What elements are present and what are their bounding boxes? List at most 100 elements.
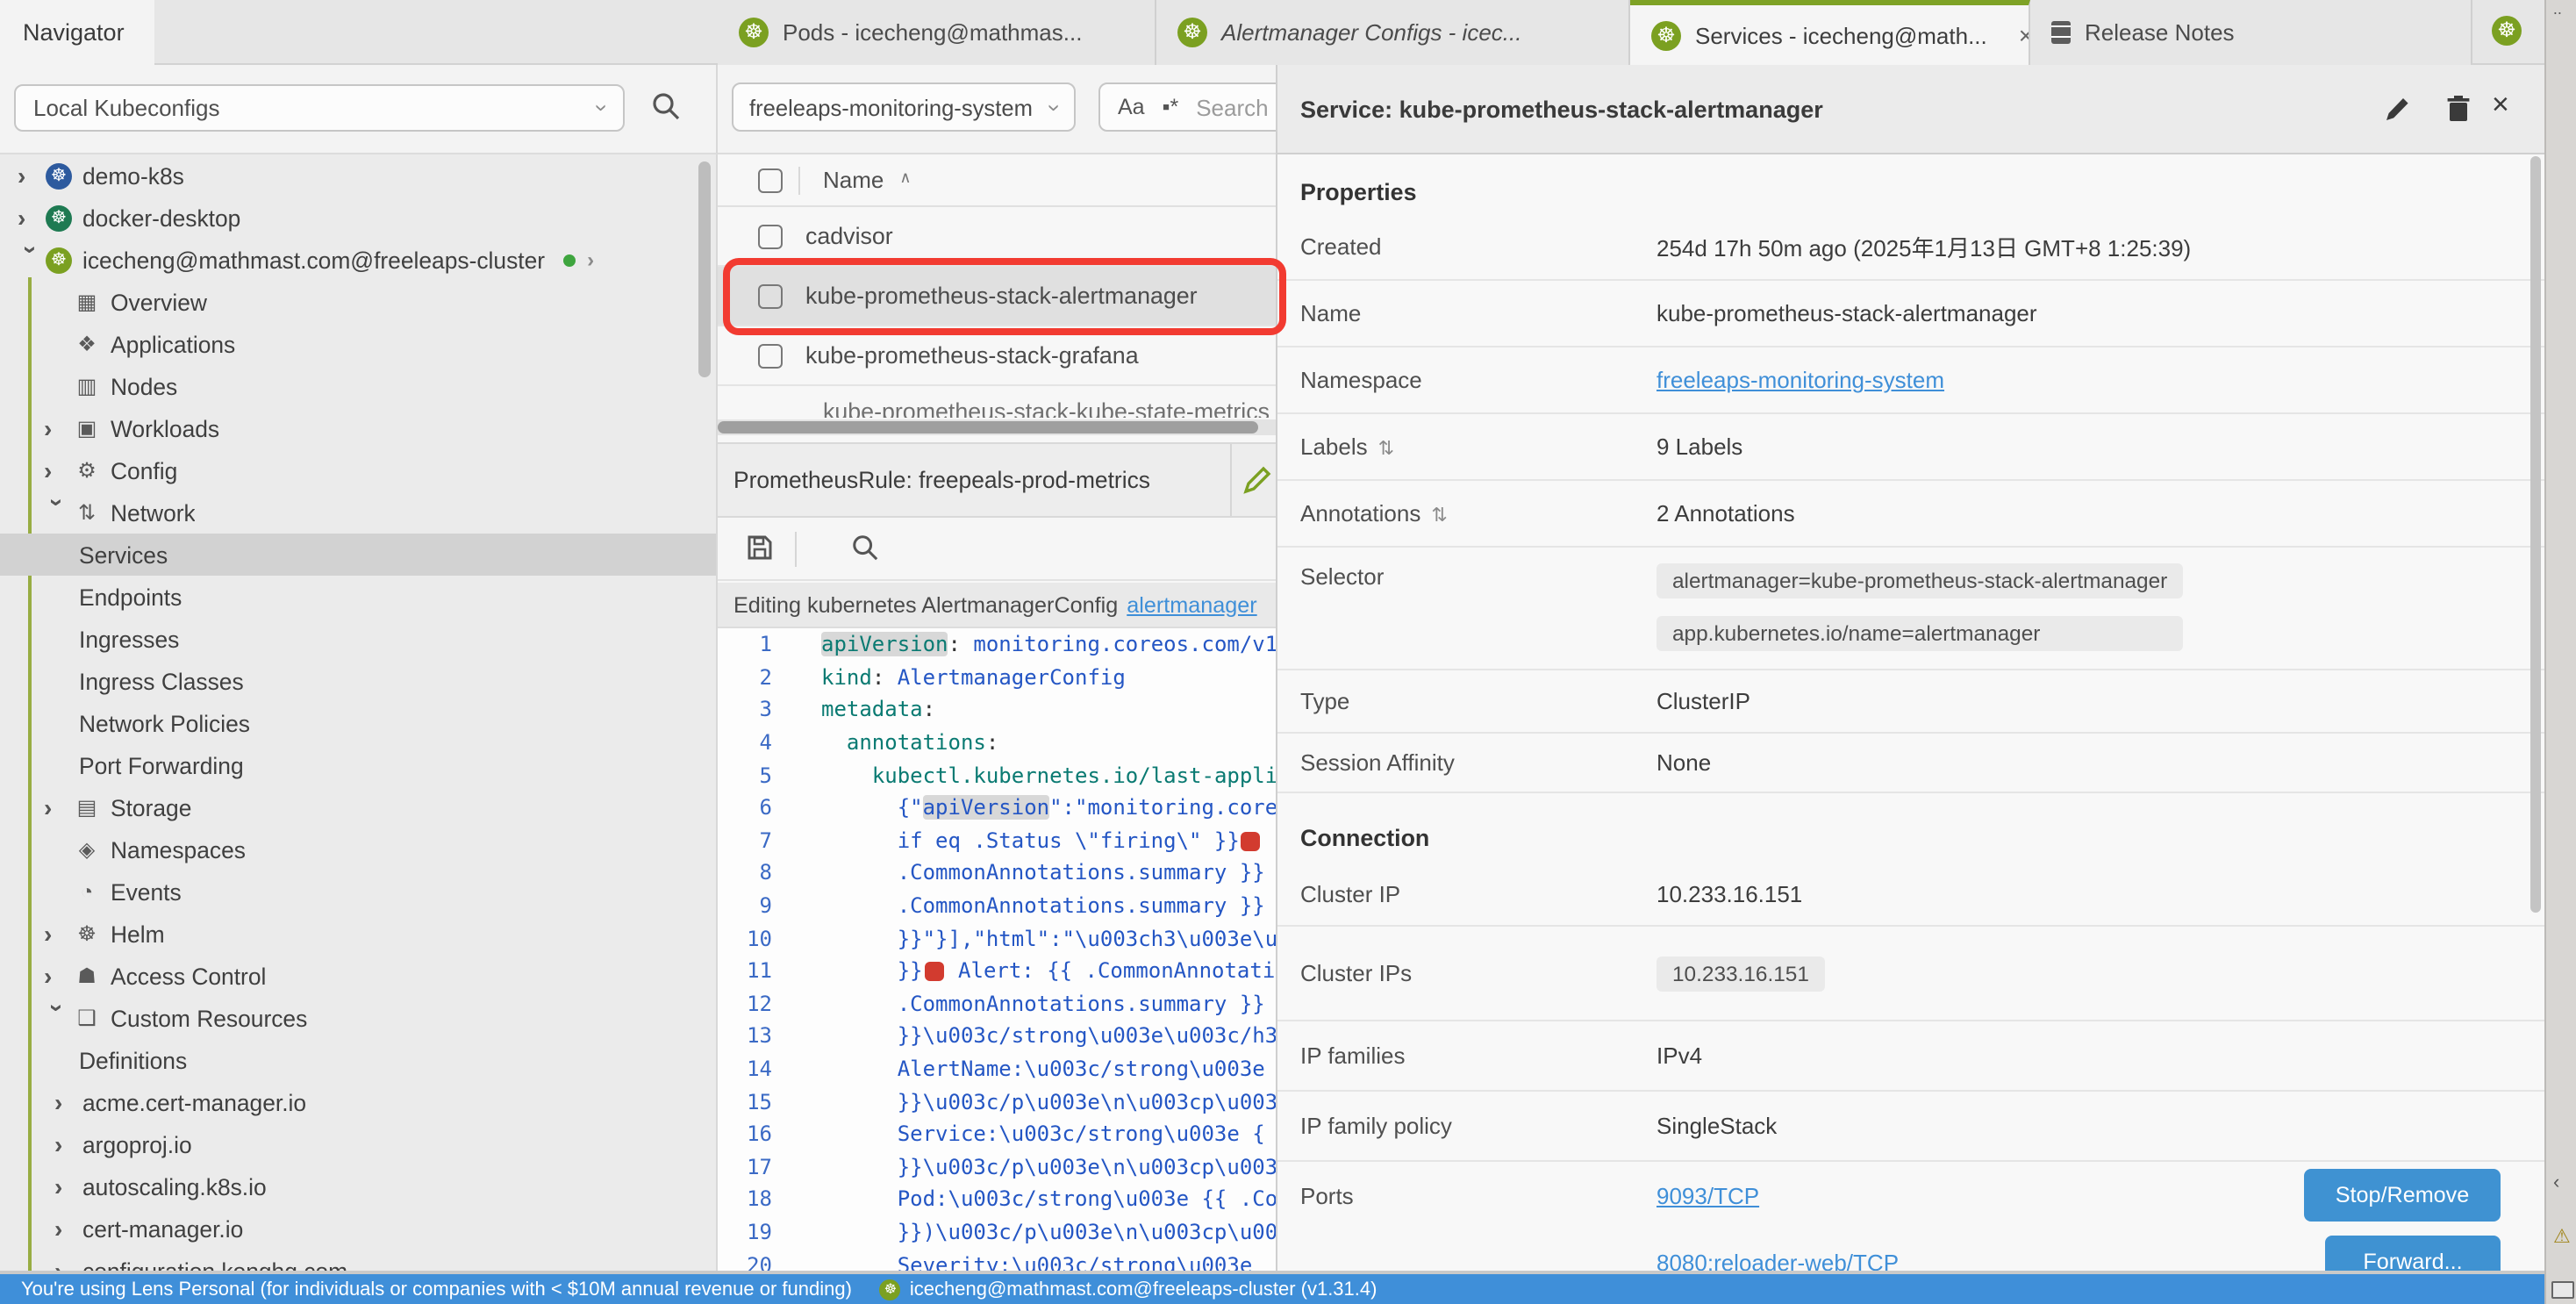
yaml-editor[interactable]: 1apiVersion: monitoring.coreos.com/v12ki… <box>718 628 1276 1274</box>
chevron-down-icon: › <box>589 104 615 112</box>
delete-trash-icon[interactable] <box>2443 93 2474 125</box>
chevron-down-icon[interactable]: › <box>44 1004 72 1032</box>
regex-icon[interactable]: ▪* <box>1163 95 1179 119</box>
sidebar-item-definitions[interactable]: Definitions <box>0 1039 716 1081</box>
sort-toggle-icon[interactable]: ⇅ <box>1378 439 1394 460</box>
search-icon[interactable] <box>651 91 681 121</box>
sort-toggle-icon[interactable]: ⇅ <box>1431 505 1447 527</box>
lens-app-window: Navigator ☸ Pods - icecheng@mathmas... ☸… <box>0 0 2576 1304</box>
kubernetes-icon[interactable]: ☸ <box>2492 16 2522 46</box>
sidebar-item-cert-manager-io[interactable]: ›cert-manager.io <box>0 1207 716 1250</box>
sidebar-item-network[interactable]: ›⇅Network <box>0 491 716 534</box>
chevron-down-icon[interactable]: › <box>18 246 46 274</box>
sidebar-item-endpoints[interactable]: Endpoints <box>0 576 716 618</box>
chevron-right-icon[interactable]: › <box>44 793 72 821</box>
sidebar-item-helm[interactable]: ›☸Helm <box>0 913 716 955</box>
search-input[interactable]: Aa ▪* Search <box>1098 82 1276 132</box>
sidebar-item-services[interactable]: Services <box>0 534 716 576</box>
table-row-alertmanager[interactable]: kube-prometheus-stack-alertmanager <box>718 267 1276 326</box>
row-value: 10.233.16.151 <box>1657 881 1802 907</box>
sidebar-item-namespaces[interactable]: ◈Namespaces <box>0 828 716 871</box>
terminal-icon <box>2551 1281 2574 1299</box>
sidebar-item-autoscaling-k8s-io[interactable]: ›autoscaling.k8s.io <box>0 1165 716 1207</box>
close-icon[interactable]: × <box>2019 21 2030 49</box>
table-row-cadvisor[interactable]: cadvisor <box>718 207 1276 267</box>
scrollbar-thumb[interactable] <box>718 421 1258 433</box>
chevron-right-icon[interactable]: › <box>44 414 72 442</box>
code-segment: kind <box>821 665 872 690</box>
editor-search-icon[interactable] <box>851 534 879 562</box>
row-checkbox[interactable] <box>758 343 783 368</box>
kubeconfig-select-value: Local Kubeconfigs <box>33 95 220 121</box>
chevron-right-icon[interactable]: › <box>44 920 72 948</box>
drawer-scrollbar[interactable] <box>2530 156 2541 913</box>
namespace-select[interactable]: freeleaps-monitoring-system › <box>732 82 1076 132</box>
code-line: 4 annotations: <box>718 727 1276 759</box>
table-row-partial[interactable]: kube-prometheus-stack-kube-state-metrics <box>718 386 1276 418</box>
close-icon[interactable]: × <box>2492 88 2509 123</box>
match-case-icon[interactable]: Aa <box>1118 95 1145 119</box>
sidebar-item-workloads[interactable]: ›▣Workloads <box>0 407 716 449</box>
sort-ascending-icon[interactable]: ∧ <box>899 168 911 188</box>
sidebar-item-overview[interactable]: ▦Overview <box>0 281 716 323</box>
chevron-right-icon[interactable]: › <box>54 1088 82 1116</box>
sidebar-item-network-policies[interactable]: Network Policies <box>0 702 716 744</box>
code-text: }}\u003c/strong\u003e\u003c/h3 <box>821 1024 1276 1049</box>
sidebar-item-label: Custom Resources <box>111 1005 307 1031</box>
edit-pencil-icon[interactable] <box>1242 465 1272 495</box>
row-checkbox[interactable] <box>758 283 783 308</box>
chevron-right-icon[interactable]: › <box>44 456 72 484</box>
line-number: 14 <box>718 1057 772 1081</box>
sidebar-item-icecheng-mathmast-com-freeleaps-cluster[interactable]: ›☸icecheng@mathmast.com@freeleaps-cluste… <box>0 239 716 281</box>
chevron-right-icon[interactable]: › <box>18 161 46 190</box>
chevron-right-icon[interactable]: › <box>54 1172 82 1200</box>
chevron-right-icon[interactable]: › <box>18 204 46 232</box>
save-icon[interactable] <box>746 534 774 562</box>
resource-link[interactable]: alertmanager <box>1127 592 1256 617</box>
drawer-row-type: Type ClusterIP <box>1277 670 2544 734</box>
sidebar-item-argoproj-io[interactable]: ›argoproj.io <box>0 1123 716 1165</box>
sidebar-item-demo-k8s[interactable]: ›☸demo-k8s <box>0 154 716 197</box>
drawer-row-ports-2: 8080:reloader-web/TCP Forward... <box>1277 1229 2544 1274</box>
horizontal-scrollbar[interactable] <box>718 419 1276 435</box>
chevron-right-icon[interactable]: › <box>54 1214 82 1243</box>
sidebar-item-custom-resources[interactable]: ›❑Custom Resources <box>0 997 716 1039</box>
line-number: 7 <box>718 828 772 853</box>
tab-alertmanager-configs[interactable]: ☸ Alertmanager Configs - icec... <box>1156 0 1630 65</box>
table-row-grafana[interactable]: kube-prometheus-stack-grafana <box>718 326 1276 386</box>
chevron-right-icon[interactable]: › <box>587 247 594 272</box>
chevron-right-icon[interactable]: › <box>44 962 72 990</box>
line-number: 12 <box>718 992 772 1016</box>
sidebar-item-events[interactable]: ◔Events <box>0 871 716 913</box>
tab-services[interactable]: ☸ Services - icecheng@math... × <box>1630 0 2030 65</box>
column-header-name[interactable]: Name <box>823 167 884 193</box>
stop-remove-button[interactable]: Stop/Remove <box>2304 1169 2501 1222</box>
chevron-right-icon[interactable]: › <box>54 1130 82 1158</box>
list-toolbar: freeleaps-monitoring-system › Aa ▪* Sear… <box>718 65 1276 154</box>
sidebar-item-acme-cert-manager-io[interactable]: ›acme.cert-manager.io <box>0 1081 716 1123</box>
navigator-panel-tab[interactable]: Navigator <box>0 0 154 65</box>
forward-button[interactable]: Forward... <box>2325 1236 2501 1274</box>
chevron-down-icon[interactable]: › <box>44 498 72 527</box>
sidebar-item-config[interactable]: ›⚙Config <box>0 449 716 491</box>
tab-pods[interactable]: ☸ Pods - icecheng@mathmas... <box>718 0 1156 65</box>
sidebar-item-nodes[interactable]: ▥Nodes <box>0 365 716 407</box>
select-all-checkbox[interactable] <box>758 168 783 192</box>
kubeconfig-select[interactable]: Local Kubeconfigs › <box>14 84 625 132</box>
row-checkbox[interactable] <box>758 224 783 248</box>
port-link[interactable]: 9093/TCP <box>1657 1182 1759 1208</box>
namespace-link[interactable]: freeleaps-monitoring-system <box>1657 367 1944 393</box>
tab-label: Release Notes <box>2085 19 2235 46</box>
tab-release-notes[interactable]: Release Notes <box>2030 0 2472 65</box>
sidebar-item-storage[interactable]: ›▤Storage <box>0 786 716 828</box>
drawer-row-session-affinity: Session Affinity None <box>1277 734 2544 793</box>
sidebar-item-applications[interactable]: ❖Applications <box>0 323 716 365</box>
service-name: kube-prometheus-stack-kube-state-metrics <box>823 398 1270 418</box>
sidebar-item-docker-desktop[interactable]: ›☸docker-desktop <box>0 197 716 239</box>
sidebar-item-ingresses[interactable]: Ingresses <box>0 618 716 660</box>
sidebar-item-access-control[interactable]: ›☗Access Control <box>0 955 716 997</box>
edit-pencil-icon[interactable] <box>2381 93 2413 125</box>
sidebar-item-ingress-classes[interactable]: Ingress Classes <box>0 660 716 702</box>
sidebar-scrollbar[interactable] <box>698 161 711 377</box>
sidebar-item-port-forwarding[interactable]: Port Forwarding <box>0 744 716 786</box>
